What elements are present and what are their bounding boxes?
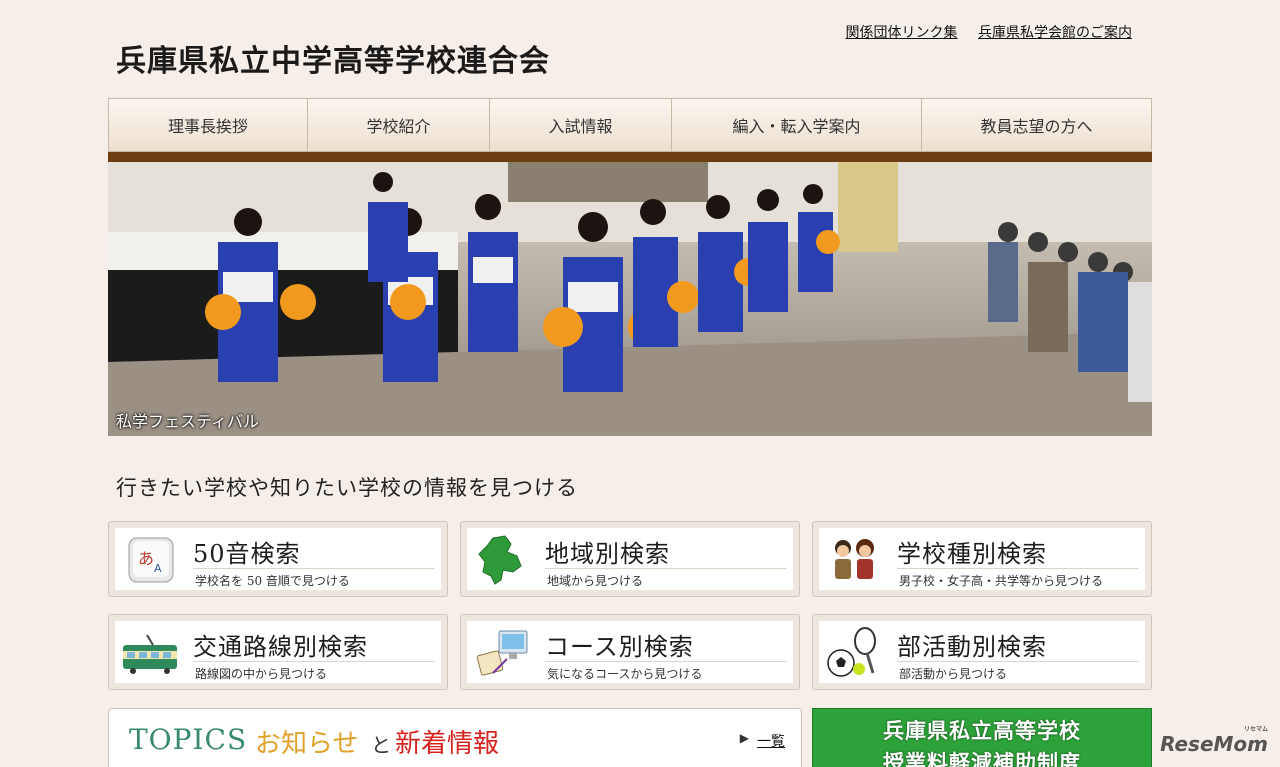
computer-icon: [476, 630, 528, 676]
banner-line2: 授業料軽減補助制度: [883, 751, 1081, 767]
search-by-course-button[interactable]: コース別検索 気になるコースから見つける: [460, 614, 800, 690]
topics-list-link[interactable]: 一覧: [757, 731, 785, 751]
find-heading: 行きたい学校や知りたい学校の情報を見つける: [116, 476, 578, 500]
nav-item-schools[interactable]: 学校紹介: [308, 99, 490, 151]
related-links-link[interactable]: 関係団体リンク集: [846, 25, 958, 41]
arrow-right-icon: ▶: [739, 731, 749, 745]
search-by-kana-button[interactable]: あ A 50音検索 学校名を 50 音順で見つける: [108, 521, 448, 597]
search-by-line-button[interactable]: 交通路線別検索 路線図の中から見つける: [108, 614, 448, 690]
search-by-club-button[interactable]: 部活動別検索 部活動から見つける: [812, 614, 1152, 690]
nav-underline: [108, 152, 1152, 162]
nav-item-transfer[interactable]: 編入・転入学案内: [672, 99, 922, 151]
hero-image: 私学フェスティバル: [108, 162, 1152, 436]
main-nav: 理事長挨拶 学校紹介 入試情報 編入・転入学案内 教員志望の方へ: [108, 98, 1152, 152]
nav-item-greeting[interactable]: 理事長挨拶: [109, 99, 308, 151]
topics-title-notice: お知らせ: [255, 729, 359, 759]
resemom-watermark: リセマム ReseMom: [1160, 726, 1268, 756]
train-icon: [123, 634, 177, 674]
cheerleaders-photo: [108, 162, 1152, 436]
search-button-subtitle: 学校名を 50 音順で見つける: [195, 574, 350, 588]
topics-title-news: 新着情報: [395, 729, 500, 759]
search-button-title: コース別検索: [545, 633, 694, 661]
nav-item-teachers[interactable]: 教員志望の方へ: [922, 99, 1151, 151]
topics-title-connector: と: [371, 733, 391, 757]
students-icon: [835, 539, 874, 579]
search-button-subtitle: 路線図の中から見つける: [195, 667, 328, 681]
search-button-title: 地域別検索: [545, 540, 670, 568]
top-links: 関係団体リンク集 兵庫県私学会館のご案内: [830, 22, 1132, 42]
kana-key-icon: あ A: [128, 537, 174, 583]
topics-title-en: TOPICS: [129, 723, 248, 756]
search-button-title: 50音検索: [193, 540, 301, 568]
svg-text:あ: あ: [138, 549, 154, 568]
search-button-title: 学校種別検索: [897, 540, 1047, 568]
search-button-title: 交通路線別検索: [193, 633, 368, 661]
search-by-type-button[interactable]: 学校種別検索 男子校・女子高・共学等から見つける: [812, 521, 1152, 597]
topics-panel: TOPICS お知らせ と 新着情報 ▶ 一覧: [108, 708, 802, 767]
search-button-title: 部活動別検索: [897, 633, 1047, 661]
hyogo-map-icon: [478, 535, 522, 585]
search-by-region-button[interactable]: 地域別検索 地域から見つける: [460, 521, 800, 597]
site-title: 兵庫県私立中学高等学校連合会: [116, 44, 550, 79]
hero-caption: 私学フェスティバル: [116, 412, 260, 431]
sports-ball-icon: [827, 627, 876, 677]
hall-guide-link[interactable]: 兵庫県私学会館のご案内: [978, 25, 1132, 41]
search-button-subtitle: 気になるコースから見つける: [547, 667, 703, 681]
search-button-subtitle: 部活動から見つける: [899, 667, 1008, 681]
svg-text:A: A: [154, 562, 162, 575]
tuition-subsidy-banner[interactable]: 兵庫県私立高等学校 授業料軽減補助制度: [812, 708, 1152, 767]
search-button-subtitle: 男子校・女子高・共学等から見つける: [899, 574, 1104, 588]
nav-item-admission[interactable]: 入試情報: [490, 99, 672, 151]
search-button-subtitle: 地域から見つける: [547, 574, 644, 588]
banner-line1: 兵庫県私立高等学校: [883, 719, 1081, 743]
